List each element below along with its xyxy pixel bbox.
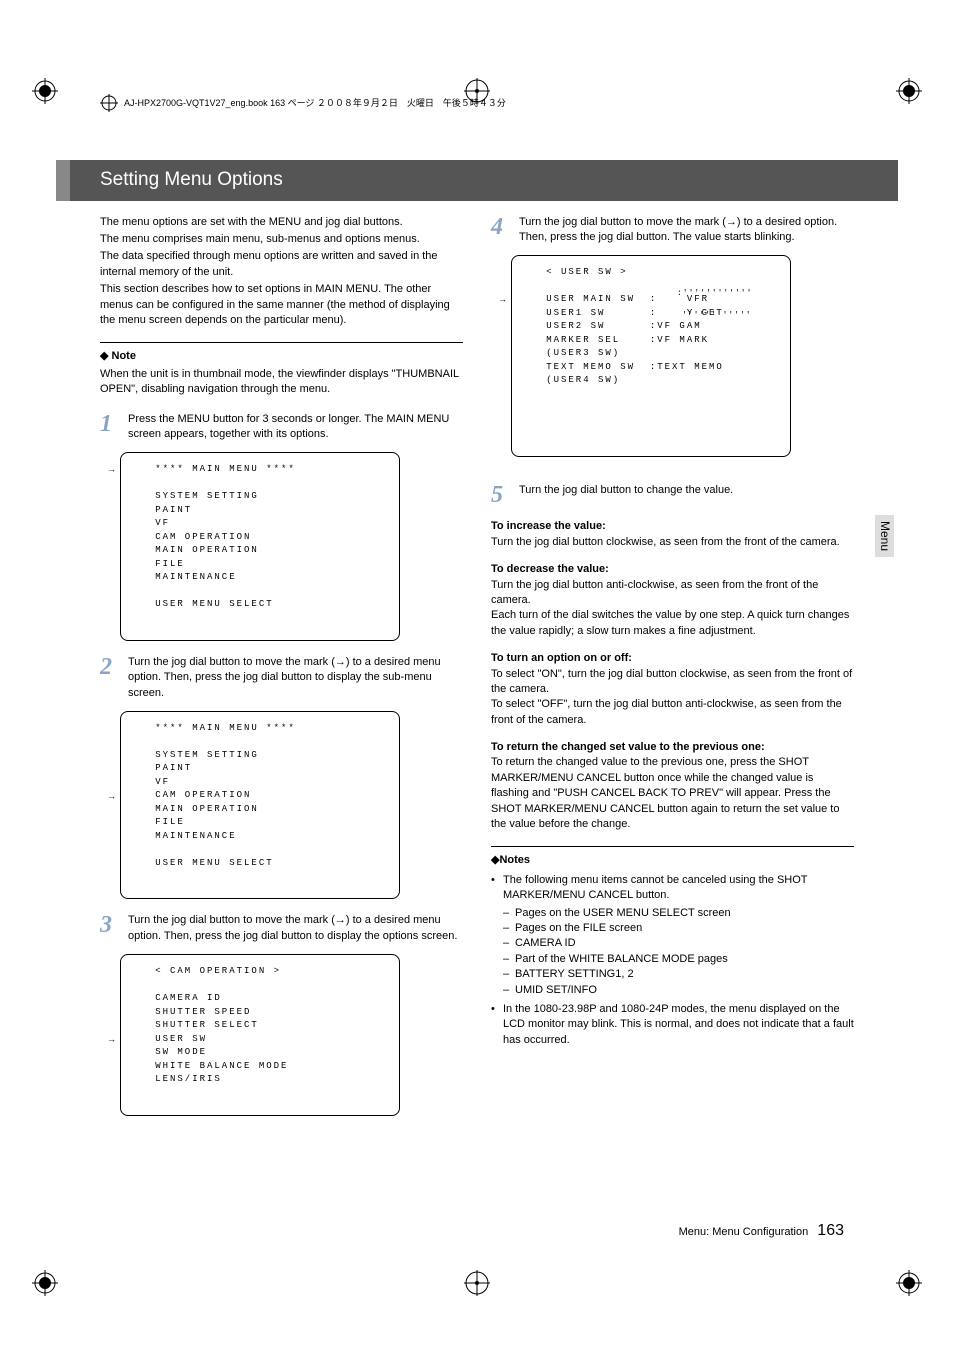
sub-heading: To increase the value: [491, 519, 854, 534]
screen-text: < CAM OPERATION > CAMERA ID SHUTTER SPEE… [133, 966, 288, 1084]
step-number: 1 [100, 412, 118, 443]
notes-item-text: In the 1080-23.98P and 1080-24P modes, t… [503, 1003, 854, 1046]
arrow-right-icon: → [498, 293, 507, 307]
sub-body: To return the changed value to the previ… [491, 755, 854, 832]
page-header-runner: AJ-HPX2700G-VQT1V27_eng.book 163 ページ ２００… [100, 94, 854, 112]
sub-heading: To decrease the value: [491, 562, 854, 577]
footer-label: Menu: Menu Configuration [679, 1226, 809, 1238]
notes-subitem: UMID SET/INFO [503, 983, 854, 998]
notes-heading: ◆Notes [491, 846, 854, 868]
step-text: Turn the jog dial button to change the v… [519, 483, 854, 498]
sub-body: Turn the jog dial button clockwise, as s… [491, 535, 854, 550]
sub-heading: To return the changed set value to the p… [491, 740, 854, 755]
notes-label: Notes [499, 854, 530, 866]
menu-screen: → **** MAIN MENU **** SYSTEM SETTING PAI… [120, 452, 400, 641]
step-number: 4 [491, 215, 509, 246]
registration-mark-icon [896, 1270, 922, 1296]
step-5: 5 Turn the jog dial button to change the… [491, 483, 854, 507]
note-body: When the unit is in thumbnail mode, the … [100, 367, 463, 398]
step-text: Press the MENU button for 3 seconds or l… [128, 412, 463, 443]
registration-mark-icon [100, 94, 118, 112]
step-number: 3 [100, 913, 118, 944]
step-3: 3 Turn the jog dial button to move the m… [100, 913, 463, 944]
step-4: 4 Turn the jog dial button to move the m… [491, 215, 854, 246]
registration-mark-icon [464, 1270, 490, 1296]
step-2: 2 Turn the jog dial button to move the m… [100, 655, 463, 701]
screen-text: < USER SW > USER MAIN SW : VFR USER1 SW … [524, 267, 724, 385]
section-title: Setting Menu Options [56, 160, 898, 201]
intro-line: The menu options are set with the MENU a… [100, 215, 463, 230]
intro-line: The data specified through menu options … [100, 249, 463, 280]
sub-heading: To turn an option on or off: [491, 651, 854, 666]
step-1: 1 Press the MENU button for 3 seconds or… [100, 412, 463, 443]
intro-line: This section describes how to set option… [100, 282, 463, 328]
page-number: 163 [817, 1222, 844, 1239]
intro-block: The menu options are set with the MENU a… [100, 215, 463, 329]
screen-text: **** MAIN MENU **** SYSTEM SETTING PAINT… [133, 464, 296, 609]
step-number: 5 [491, 483, 509, 507]
left-column: The menu options are set with the MENU a… [100, 215, 463, 1120]
intro-line: The menu comprises main menu, sub-menus … [100, 232, 463, 247]
crop-marks-bottom [0, 1270, 954, 1296]
step-text: Turn the jog dial button to move the mar… [128, 655, 463, 701]
arrow-right-icon: → [107, 463, 116, 477]
blink-highlight-bot: '''''''''''' [682, 310, 752, 322]
notes-subitem: BATTERY SETTING1, 2 [503, 967, 854, 982]
right-column: 4 Turn the jog dial button to move the m… [491, 215, 854, 1120]
notes-list: The following menu items cannot be cance… [491, 873, 854, 1048]
step-number: 2 [100, 655, 118, 701]
notes-item-text: The following menu items cannot be cance… [503, 874, 807, 901]
notes-subitem: Pages on the USER MENU SELECT screen [503, 906, 854, 921]
menu-screen: → < CAM OPERATION > CAMERA ID SHUTTER SP… [120, 954, 400, 1116]
page-footer: Menu: Menu Configuration 163 [679, 1220, 844, 1242]
note-label: Note [112, 350, 136, 362]
blink-highlight-top: :'''''''''''' [677, 288, 752, 300]
sub-body: To select "ON", turn the jog dial button… [491, 667, 854, 729]
arrow-right-icon: → [107, 790, 116, 804]
step-text: Turn the jog dial button to move the mar… [519, 215, 854, 246]
registration-mark-icon [32, 1270, 58, 1296]
notes-subitem: CAMERA ID [503, 936, 854, 951]
step-text: Turn the jog dial button to move the mar… [128, 913, 463, 944]
menu-screen: → **** MAIN MENU **** SYSTEM SETTING PAI… [120, 711, 400, 900]
header-runner-text: AJ-HPX2700G-VQT1V27_eng.book 163 ページ ２００… [124, 97, 506, 110]
sub-body: Turn the jog dial button anti-clockwise,… [491, 578, 854, 640]
notes-item: In the 1080-23.98P and 1080-24P modes, t… [491, 1002, 854, 1048]
notes-item: The following menu items cannot be cance… [491, 873, 854, 998]
arrow-right-icon: → [107, 1033, 116, 1047]
menu-screen: → < USER SW > USER MAIN SW : VFR USER1 S… [511, 255, 791, 457]
note-heading: ◆ Note [100, 342, 463, 364]
screen-text: **** MAIN MENU **** SYSTEM SETTING PAINT… [133, 723, 296, 868]
notes-subitem: Pages on the FILE screen [503, 921, 854, 936]
side-tab: Menu [875, 515, 894, 557]
page-body: Setting Menu Options The menu options ar… [0, 0, 954, 1180]
notes-subitem: Part of the WHITE BALANCE MODE pages [503, 952, 854, 967]
